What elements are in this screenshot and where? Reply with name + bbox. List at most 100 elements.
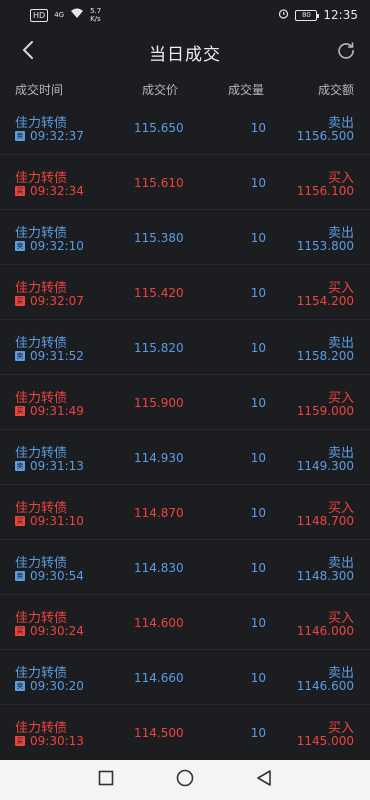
trade-row[interactable]: 佳力转债卖 09:32:37 115.650 10 卖出 1156.500 (0, 100, 370, 155)
triangle-back-icon (256, 769, 272, 791)
trade-price: 114.930 (134, 451, 184, 465)
signal-icon: 4G (54, 11, 65, 19)
trade-list[interactable]: 佳力转债卖 09:32:37 115.650 10 卖出 1156.500 佳力转债买 09:… (0, 100, 370, 760)
trade-row[interactable]: 佳力转债卖 09:30:20 114.660 10 卖出 1146.600 (0, 650, 370, 705)
trade-price: 114.830 (134, 561, 184, 575)
trade-time: 09:31:10 (30, 514, 84, 528)
back-button[interactable] (14, 38, 42, 66)
column-header-volume: 成交量 (228, 83, 265, 97)
trade-time: 09:30:54 (30, 569, 84, 583)
sell-badge-icon: 卖 (15, 131, 25, 141)
buy-badge-icon: 买 (15, 406, 25, 416)
trade-price: 114.600 (134, 616, 184, 630)
status-bar: HD 4G 5.7 K/s 80 12:35 (0, 0, 370, 30)
trade-volume: 10 (250, 506, 266, 520)
wifi-icon (70, 8, 84, 22)
trade-price: 115.610 (134, 176, 184, 190)
trade-volume: 10 (250, 231, 266, 245)
trade-amount: 1148.700 (296, 514, 354, 528)
trade-time: 09:31:13 (30, 459, 84, 473)
net-speed-unit: K/s (90, 15, 101, 23)
trade-row[interactable]: 佳力转债卖 09:32:10 115.380 10 卖出 1153.800 (0, 210, 370, 265)
sell-badge-icon: 卖 (15, 351, 25, 361)
trade-time: 09:32:37 (30, 129, 84, 143)
trade-price: 114.660 (134, 671, 184, 685)
alarm-icon (278, 8, 289, 22)
trade-row[interactable]: 佳力转债买 09:32:07 115.420 10 买入 1154.200 (0, 265, 370, 320)
trade-volume: 10 (250, 671, 266, 685)
trade-price: 114.500 (134, 726, 184, 740)
trade-volume: 10 (250, 616, 266, 630)
column-headers: 成交时间 成交价 成交量 成交额 (0, 78, 370, 100)
sell-badge-icon: 卖 (15, 461, 25, 471)
trade-row[interactable]: 佳力转债买 09:30:24 114.600 10 买入 1146.000 (0, 595, 370, 650)
sell-badge-icon: 卖 (15, 571, 25, 581)
status-right: 80 12:35 (278, 8, 358, 22)
trade-time: 09:31:52 (30, 349, 84, 363)
trade-volume: 10 (250, 451, 266, 465)
trade-volume: 10 (250, 396, 266, 410)
trade-amount: 1154.200 (296, 294, 354, 308)
trade-amount: 1148.300 (296, 569, 354, 583)
trade-price: 114.870 (134, 506, 184, 520)
trade-price: 115.820 (134, 341, 184, 355)
trade-time: 09:31:49 (30, 404, 84, 418)
refresh-icon (337, 41, 355, 63)
column-header-time: 成交时间 (15, 83, 64, 97)
trade-time: 09:30:20 (30, 679, 84, 693)
trade-volume: 10 (250, 176, 266, 190)
hd-badge: HD (30, 8, 49, 22)
trade-volume: 10 (250, 341, 266, 355)
trade-volume: 10 (250, 286, 266, 300)
trade-amount: 1159.000 (296, 404, 354, 418)
buy-badge-icon: 买 (15, 626, 25, 636)
header: 当日成交 (0, 30, 370, 74)
trade-price: 115.380 (134, 231, 184, 245)
trade-volume: 10 (250, 561, 266, 575)
trade-amount: 1146.600 (296, 679, 354, 693)
battery-icon: 80 (295, 9, 320, 21)
home-button[interactable] (175, 769, 195, 791)
trade-time: 09:32:07 (30, 294, 84, 308)
circle-icon (176, 769, 194, 791)
trade-row[interactable]: 佳力转债买 09:32:34 115.610 10 买入 1156.100 (0, 155, 370, 210)
trade-amount: 1153.800 (296, 239, 354, 253)
page-title: 当日成交 (149, 44, 221, 65)
trade-price: 115.420 (134, 286, 184, 300)
clock: 12:35 (323, 8, 358, 22)
trade-price: 115.650 (134, 121, 184, 135)
recent-apps-button[interactable] (96, 770, 116, 790)
trade-row[interactable]: 佳力转债卖 09:31:13 114.930 10 卖出 1149.300 (0, 430, 370, 485)
trade-row[interactable]: 佳力转债卖 09:30:54 114.830 10 卖出 1148.300 (0, 540, 370, 595)
trade-row[interactable]: 佳力转债卖 09:31:52 115.820 10 卖出 1158.200 (0, 320, 370, 375)
status-left: HD 4G 5.7 K/s (30, 7, 101, 23)
nav-back-button[interactable] (254, 770, 274, 790)
trade-amount: 1156.100 (296, 184, 354, 198)
buy-badge-icon: 买 (15, 516, 25, 526)
trade-amount: 1146.000 (296, 624, 354, 638)
chevron-left-icon (22, 40, 34, 64)
trade-amount: 1145.000 (296, 734, 354, 748)
column-header-amount: 成交额 (317, 83, 354, 97)
sell-badge-icon: 卖 (15, 241, 25, 251)
net-speed-value: 5.7 (90, 7, 102, 15)
buy-badge-icon: 买 (15, 736, 25, 746)
trade-row[interactable]: 佳力转债买 09:30:13 114.500 10 买入 1145.000 (0, 705, 370, 760)
trade-row[interactable]: 佳力转债买 09:31:49 115.900 10 买入 1159.000 (0, 375, 370, 430)
trade-time: 09:32:10 (30, 239, 84, 253)
trade-price: 115.900 (134, 396, 184, 410)
trade-time: 09:32:34 (30, 184, 84, 198)
trade-volume: 10 (250, 726, 266, 740)
trade-amount: 1149.300 (296, 459, 354, 473)
column-header-price: 成交价 (142, 83, 179, 97)
system-nav-bar (0, 760, 370, 800)
trade-amount: 1156.500 (296, 129, 354, 143)
trade-row[interactable]: 佳力转债买 09:31:10 114.870 10 买入 1148.700 (0, 485, 370, 540)
net-speed: 5.7 K/s (90, 7, 101, 23)
trade-time: 09:30:13 (30, 734, 84, 748)
trade-volume: 10 (250, 121, 266, 135)
buy-badge-icon: 买 (15, 186, 25, 196)
trade-time: 09:30:24 (30, 624, 84, 638)
square-icon (98, 770, 114, 790)
refresh-button[interactable] (332, 38, 360, 66)
